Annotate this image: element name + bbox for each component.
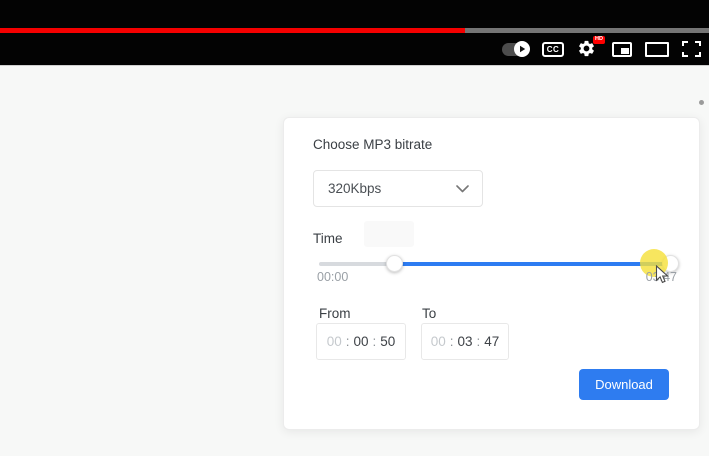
time-range-slider[interactable] [319,262,677,266]
player-controls: CC HD [502,36,701,62]
video-player-bar: CC HD [0,0,709,66]
autoplay-toggle[interactable] [502,41,530,57]
slider-tooltip-ghost [364,221,414,247]
miniplayer-icon [621,47,629,54]
mp3-downloader-popup: Choose MP3 bitrate 320Kbps Time 00:00 03… [283,117,700,430]
download-button[interactable]: Download [579,369,669,400]
more-actions-icon[interactable] [699,100,704,105]
chevron-down-icon [456,184,469,192]
slider-end-time: 03:47 [645,270,677,284]
slider-start-time: 00:00 [317,270,349,284]
theater-mode-button[interactable] [645,41,669,57]
slider-start-thumb[interactable] [386,255,403,272]
from-hours: 00 [326,334,342,349]
hd-quality-badge: HD [593,36,605,44]
bitrate-selected-value: 320Kbps [328,181,382,196]
video-progress-fill [0,28,465,33]
time-separator: : [345,334,350,349]
fullscreen-button[interactable] [682,41,701,57]
bitrate-section-label: Choose MP3 bitrate [313,137,433,152]
to-minutes: 03 [457,334,473,349]
from-label: From [319,306,351,321]
to-hours: 00 [430,334,446,349]
to-time-input[interactable]: 00 : 03 : 47 [421,323,509,360]
captions-button[interactable]: CC [542,41,564,57]
from-minutes: 00 [353,334,369,349]
video-action-bar: ♫ MP3 1.2M 34K SHARE SAVE [0,88,709,199]
to-label: To [422,306,437,321]
time-separator: : [372,334,377,349]
time-separator: : [476,334,481,349]
from-seconds: 50 [380,334,396,349]
video-progress-bar[interactable] [0,28,709,33]
from-time-input[interactable]: 00 : 00 : 50 [316,323,406,360]
bitrate-dropdown[interactable]: 320Kbps [313,170,483,207]
time-section-label: Time [313,231,343,246]
time-separator: : [449,334,454,349]
miniplayer-button[interactable] [612,41,632,57]
captions-icon: CC [546,44,560,54]
settings-button[interactable]: HD [577,36,605,59]
slider-selected-range [395,262,671,266]
autoplay-play-icon [514,41,530,57]
to-seconds: 47 [484,334,500,349]
